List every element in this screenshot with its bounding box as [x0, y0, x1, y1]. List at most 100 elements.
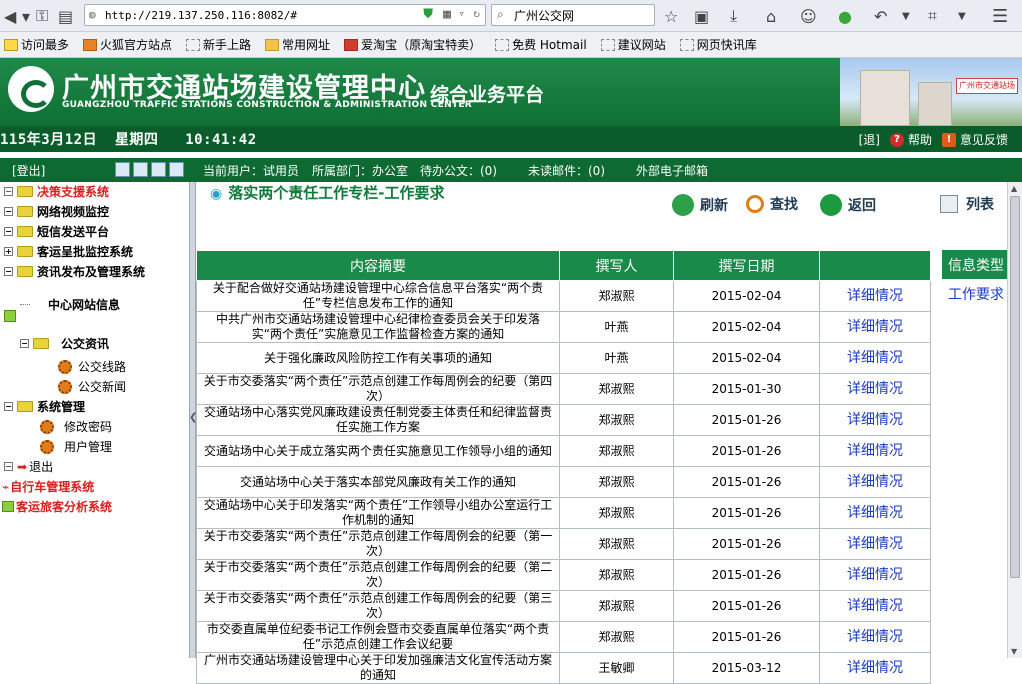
- sidebar-item-info-publish[interactable]: − 资讯发布及管理系统: [4, 263, 145, 280]
- detail-link[interactable]: 详细情况: [847, 474, 903, 490]
- detail-link[interactable]: 详细情况: [847, 288, 903, 304]
- sidebar-splitter[interactable]: ❮: [189, 182, 197, 658]
- scroll-up-icon[interactable]: ▲: [1011, 184, 1017, 193]
- sidebar-item-bike-system[interactable]: ⌁ 自行车管理系统: [2, 478, 94, 495]
- vertical-scrollbar[interactable]: ▲ ▼: [1007, 182, 1022, 658]
- back-icon[interactable]: ◀: [4, 4, 16, 28]
- sidebar-item-bus-news[interactable]: 公交新闻: [58, 378, 126, 395]
- detail-link[interactable]: 详细情况: [847, 319, 903, 335]
- header-author[interactable]: 撰写人: [559, 250, 674, 281]
- reader-icon[interactable]: ▣: [694, 4, 709, 28]
- sidebar-item-transit-info[interactable]: − 公交资讯: [20, 335, 109, 352]
- cell-detail: 详细情况: [819, 528, 931, 560]
- unread-mail-link[interactable]: 未读邮件：(0): [528, 162, 605, 179]
- info-type-link[interactable]: 工作要求: [948, 284, 1004, 304]
- menu-icon[interactable]: ☰: [992, 4, 1008, 28]
- table-row: 关于市交委落实“两个责任”示范点创建工作每周例会的纪要（第四次） 郑淑熙 2015-…: [196, 373, 931, 405]
- detail-link[interactable]: 详细情况: [847, 660, 903, 676]
- search-input[interactable]: ⌕ 广州公交网: [491, 4, 655, 26]
- header-summary[interactable]: 内容摘要: [196, 250, 560, 281]
- tree-collapse-icon[interactable]: −: [4, 227, 13, 236]
- detail-link[interactable]: 详细情况: [847, 381, 903, 397]
- sidebar-item-system-admin[interactable]: − 系统管理: [4, 398, 85, 415]
- sidebar-item-change-password[interactable]: 修改密码: [40, 418, 112, 435]
- header-date[interactable]: 撰写日期: [673, 250, 820, 281]
- sidebar-item-bus-routes[interactable]: 公交线路: [58, 358, 126, 375]
- sidebar-item-decision-support[interactable]: − 决策支援系统: [4, 183, 109, 200]
- tree-node-icon: −: [4, 462, 13, 471]
- cell-date: 2015-02-04: [673, 342, 820, 374]
- exit-link[interactable]: [退]: [859, 131, 880, 148]
- cell-detail: 详细情况: [819, 466, 931, 498]
- chevron-down-icon[interactable]: ▿: [458, 7, 465, 20]
- detail-link[interactable]: 详细情况: [847, 412, 903, 428]
- search-button[interactable]: 查找: [746, 194, 798, 214]
- tree-expand-icon[interactable]: +: [4, 247, 13, 256]
- tree-collapse-icon[interactable]: −: [4, 187, 13, 196]
- logout-link[interactable]: [登出]: [12, 162, 45, 179]
- settings-icon[interactable]: [169, 162, 184, 177]
- sidebar-item-user-admin[interactable]: 用户管理: [40, 438, 112, 455]
- sidebar-item-passenger-analysis[interactable]: 客运旅客分析系统: [2, 498, 112, 515]
- detail-link[interactable]: 详细情况: [847, 629, 903, 645]
- wechat-icon[interactable]: ●: [838, 4, 852, 28]
- qr-icon[interactable]: ▦: [443, 7, 451, 22]
- help-link[interactable]: 帮助: [908, 131, 932, 148]
- home-icon[interactable]: [115, 162, 130, 177]
- chevron-down-icon[interactable]: ▼: [958, 4, 966, 28]
- tree-collapse-icon[interactable]: −: [4, 207, 13, 216]
- refresh-button[interactable]: 刷新: [672, 194, 728, 216]
- bookmark-item[interactable]: 爱淘宝（原淘宝特卖）: [340, 36, 481, 53]
- sidebar-item-video-monitor[interactable]: − 网络视频监控: [4, 203, 109, 220]
- detail-link[interactable]: 详细情况: [847, 443, 903, 459]
- refresh-icon[interactable]: [151, 162, 166, 177]
- bookmark-item[interactable]: 新手上路: [182, 36, 251, 53]
- chat-icon[interactable]: ☺: [800, 4, 817, 28]
- table-row: 关于市交委落实“两个责任”示范点创建工作每周例会的纪要（第三次） 郑淑熙 2015-…: [196, 590, 931, 622]
- sidebar-item-exit[interactable]: − ➡ 退出: [4, 458, 53, 475]
- undo-icon[interactable]: ↶: [874, 4, 887, 28]
- dropdown-icon[interactable]: ▾: [22, 4, 30, 28]
- back-button[interactable]: 返回: [820, 194, 876, 216]
- detail-link[interactable]: 详细情况: [847, 505, 903, 521]
- external-mail-link[interactable]: 外部电子邮箱: [636, 162, 708, 179]
- cell-date: 2015-01-30: [673, 373, 820, 405]
- bookmark-item[interactable]: 建议网站: [597, 36, 666, 53]
- download-icon[interactable]: ⤓: [730, 4, 737, 28]
- sidebar-item-center-website[interactable]: 中心网站信息: [20, 296, 120, 313]
- bookmark-item[interactable]: 常用网址: [261, 36, 330, 53]
- key-icon[interactable]: ⚿: [36, 4, 48, 28]
- tree-collapse-icon[interactable]: −: [20, 339, 29, 348]
- scroll-down-icon[interactable]: ▼: [1011, 647, 1017, 656]
- tree-collapse-icon[interactable]: −: [4, 267, 13, 276]
- detail-link[interactable]: 详细情况: [847, 567, 903, 583]
- sidebar-item-sms-platform[interactable]: − 短信发送平台: [4, 223, 109, 240]
- detail-link[interactable]: 详细情况: [847, 598, 903, 614]
- detail-link[interactable]: 详细情况: [847, 536, 903, 552]
- scrollbar-thumb[interactable]: [1010, 196, 1020, 578]
- list-button[interactable]: 列表: [940, 194, 994, 214]
- home-icon[interactable]: ⌂: [766, 4, 776, 28]
- shield-icon[interactable]: ⛊: [423, 7, 433, 22]
- bookmark-item[interactable]: 网页快讯库: [676, 36, 757, 53]
- feedback-link[interactable]: 意见反馈: [960, 131, 1008, 148]
- bookmark-item[interactable]: 访问最多: [0, 36, 69, 53]
- sidebar-icon[interactable]: ▤: [58, 4, 73, 28]
- cell-author: 郑淑熙: [559, 621, 674, 653]
- bookmark-item[interactable]: 火狐官方站点: [79, 36, 172, 53]
- sidebar-item-approval-monitor[interactable]: + 客运呈批监控系统: [4, 243, 133, 260]
- reload-icon[interactable]: ↻: [473, 7, 480, 20]
- detail-link[interactable]: 详细情况: [847, 350, 903, 366]
- crop-icon[interactable]: ⌗: [928, 4, 937, 28]
- star-icon[interactable]: ☆: [664, 4, 678, 28]
- window-icon[interactable]: [133, 162, 148, 177]
- bookmark-item[interactable]: 免费 Hotmail: [491, 36, 587, 53]
- tree-collapse-icon[interactable]: −: [4, 402, 13, 411]
- taobao-icon: [344, 38, 359, 51]
- table-row: 广州市交通站场建设管理中心关于印发加强廉洁文化宣传活动方案的通知 王敏卿 2015-…: [196, 652, 931, 684]
- chevron-down-icon[interactable]: ▼: [902, 4, 910, 28]
- sidebar-item-download[interactable]: [4, 310, 16, 322]
- url-input[interactable]: ◍ http://219.137.250.116:8082/# ⛊ ▦ ▿ ↻: [84, 4, 486, 26]
- cell-detail: 详细情况: [819, 590, 931, 622]
- pending-docs-link[interactable]: 待办公文：(0): [420, 162, 497, 179]
